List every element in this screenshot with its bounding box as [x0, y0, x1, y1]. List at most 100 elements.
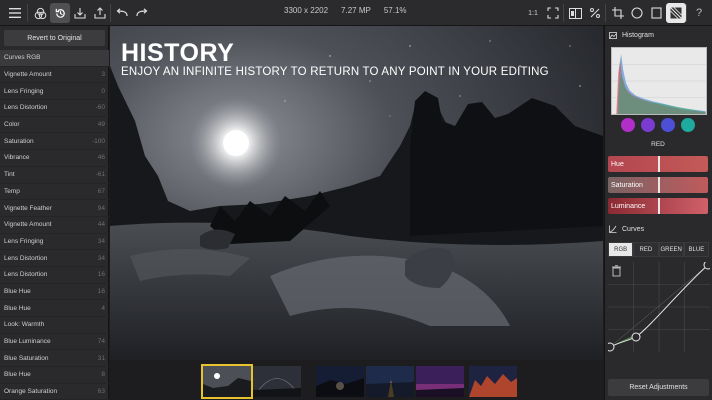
tab-red[interactable]: RED: [633, 242, 659, 257]
color-dot-aqua[interactable]: [681, 118, 695, 132]
percent-icon[interactable]: [585, 3, 605, 23]
history-item-value: 63: [97, 388, 105, 396]
history-item[interactable]: Vignette Feather 94: [0, 200, 109, 217]
zoom-1to1-button[interactable]: 1:1: [523, 3, 543, 23]
help-icon[interactable]: ?: [689, 3, 709, 23]
histogram-icon: [609, 32, 617, 39]
zoom-level: 57.1%: [383, 6, 407, 15]
history-item[interactable]: Color 49: [0, 117, 109, 134]
history-item-name: Vignette Feather: [4, 204, 52, 212]
compare-icon[interactable]: [565, 3, 585, 23]
import-icon[interactable]: [70, 3, 90, 23]
filmstrip-thumbnail[interactable]: [366, 366, 414, 397]
history-item-value: 4: [101, 304, 105, 312]
image-canvas[interactable]: HISTORY ENJOY AN INFINITE HISTORY TO RET…: [110, 26, 603, 360]
tab-blue[interactable]: BLUE: [683, 242, 709, 257]
filmstrip-thumbnail[interactable]: [416, 366, 464, 397]
top-toolbar: 3300 x 2202 7.27 MP 57.1% 1:1 ?: [0, 0, 712, 26]
history-item-value: 94: [97, 204, 105, 212]
history-item[interactable]: Lens Fringing 34: [0, 234, 109, 251]
curve-point[interactable]: [631, 332, 641, 342]
history-item[interactable]: Lens Fringing 0: [0, 83, 109, 101]
history-item[interactable]: Vibrance 46: [0, 150, 109, 167]
feature-title: HISTORY: [121, 39, 235, 67]
history-item-name: Blue Hue: [4, 371, 31, 379]
filmstrip-thumbnail[interactable]: [316, 366, 364, 397]
history-item-name: Lens Distortion: [4, 271, 48, 279]
saturation-slider[interactable]: Saturation: [608, 177, 708, 193]
history-item-name: Vignette Amount: [4, 71, 52, 79]
toolbar-divider: [686, 4, 687, 22]
history-item-name: Vignette Amount: [4, 221, 52, 229]
curves-graph[interactable]: [608, 262, 710, 352]
luminance-slider[interactable]: Luminance: [608, 198, 708, 214]
hue-slider-label: Hue: [611, 160, 624, 168]
history-list: Curves RGB Vignette Amount 3 Lens Fringin…: [0, 50, 109, 400]
undo-icon[interactable]: [112, 3, 132, 23]
luminance-slider-handle[interactable]: [658, 198, 660, 214]
history-item-value: -60: [95, 104, 105, 112]
color-dot-blue[interactable]: [661, 118, 675, 132]
filters-icon[interactable]: [30, 3, 50, 23]
tab-rgb[interactable]: RGB: [608, 242, 634, 257]
reset-adjustments-button[interactable]: Reset Adjustments: [608, 379, 709, 396]
history-item[interactable]: Saturation -100: [0, 133, 109, 151]
crop-icon[interactable]: [608, 3, 628, 23]
curve-point[interactable]: [608, 342, 615, 352]
history-item[interactable]: Vignette Amount 44: [0, 217, 109, 234]
circle-icon[interactable]: [627, 3, 647, 23]
history-item-name: Blue Saturation: [4, 354, 49, 362]
history-item-value: 46: [97, 154, 105, 162]
curves-header: Curves: [609, 225, 644, 233]
revert-to-original-button[interactable]: Revert to Original: [4, 30, 105, 46]
history-item-name: Blue Hue: [4, 304, 31, 312]
history-item[interactable]: Lens Distortion 16: [0, 267, 109, 284]
history-item-value: 8: [101, 371, 105, 379]
history-item[interactable]: Temp 67: [0, 184, 109, 201]
history-item[interactable]: Tint -61: [0, 167, 109, 184]
history-item-value: -61: [95, 171, 105, 179]
history-item[interactable]: Lens Distortion 34: [0, 250, 109, 267]
filmstrip-thumbnail[interactable]: [201, 364, 253, 399]
trash-icon[interactable]: [612, 265, 621, 277]
histogram: [611, 47, 707, 115]
history-icon[interactable]: [50, 3, 70, 23]
curves-icon: [609, 225, 617, 233]
color-dot-magenta[interactable]: [621, 118, 635, 132]
history-item[interactable]: Blue Hue 16: [0, 284, 109, 301]
history-item-value: 31: [97, 354, 105, 362]
saturation-slider-label: Saturation: [611, 181, 643, 189]
toolbar-divider: [110, 4, 111, 22]
square-icon[interactable]: [646, 3, 666, 23]
color-dot-purple[interactable]: [641, 118, 655, 132]
menu-icon[interactable]: [5, 3, 25, 23]
history-item-value: 74: [97, 338, 105, 346]
share-icon[interactable]: [90, 3, 110, 23]
filmstrip: [110, 360, 603, 400]
hue-slider[interactable]: Hue: [608, 156, 708, 172]
grid-icon[interactable]: [666, 3, 686, 23]
filmstrip-thumbnail[interactable]: [253, 366, 301, 397]
history-item[interactable]: Look: Warmth: [0, 317, 109, 334]
saturation-slider-handle[interactable]: [658, 177, 660, 193]
curves-label: Curves: [622, 225, 645, 233]
history-item[interactable]: Blue Saturation 31: [0, 350, 109, 368]
history-item[interactable]: Vignette Amount 3: [0, 67, 109, 84]
toolbar-divider: [563, 4, 564, 22]
history-item[interactable]: Lens Distortion -60: [0, 100, 109, 117]
history-item[interactable]: Orange Saturation 63: [0, 384, 109, 400]
history-item[interactable]: Curves RGB: [0, 50, 109, 67]
image-megapixels: 7.27 MP: [341, 6, 371, 15]
curve-point[interactable]: [703, 262, 710, 270]
fullscreen-icon[interactable]: [543, 3, 563, 23]
tab-green[interactable]: GREEN: [658, 242, 684, 257]
filmstrip-thumbnail[interactable]: [469, 366, 517, 397]
redo-icon[interactable]: [132, 3, 152, 23]
history-item[interactable]: Blue Hue 4: [0, 300, 109, 317]
history-item[interactable]: Blue Hue 8: [0, 367, 109, 384]
history-item[interactable]: Blue Luminance 74: [0, 334, 109, 351]
selected-color-label: RED: [651, 141, 665, 148]
history-item-name: Saturation: [4, 137, 34, 145]
history-item-name: Curves RGB: [4, 54, 41, 62]
hue-slider-handle[interactable]: [658, 156, 660, 172]
